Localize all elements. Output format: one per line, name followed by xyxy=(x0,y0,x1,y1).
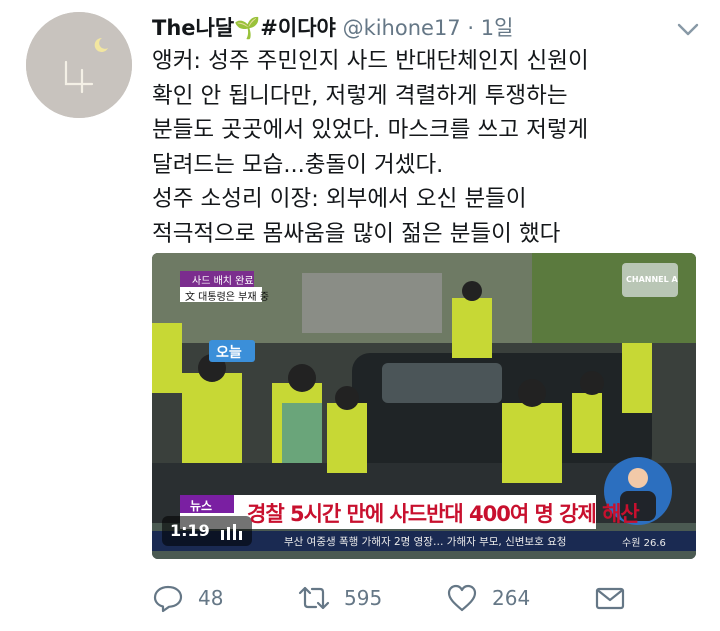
like-button[interactable]: 264 xyxy=(446,578,530,618)
retweet-icon xyxy=(298,586,330,610)
heart-icon xyxy=(447,584,477,612)
display-name[interactable]: The나달🌱#이다야 xyxy=(152,16,336,40)
reply-button[interactable]: 48 xyxy=(152,578,223,618)
separator-dot: · xyxy=(467,16,475,40)
tweet-text: 앵커: 성주 주민인지 사드 반대단체인지 신원이 확인 안 됩니다만, 저렇게… xyxy=(152,48,589,247)
avatar[interactable] xyxy=(26,12,132,118)
envelope-icon xyxy=(595,587,625,610)
tweet-timestamp[interactable]: 1일 xyxy=(481,16,514,40)
weather-readout: 수원 26.6 xyxy=(622,538,666,549)
channel-logo: CHANNEL A xyxy=(626,275,678,284)
audio-level-icon xyxy=(221,524,242,540)
today-label: 오늘 xyxy=(216,345,242,361)
video-player[interactable]: 사드 배치 완료 文 대통령은 부재 중 오늘 CHANNEL A 뉴스 경찰 … xyxy=(152,253,696,559)
reply-icon xyxy=(153,585,183,613)
direct-message-button[interactable] xyxy=(594,578,640,618)
banner-sub: 文 대통령은 부재 중 xyxy=(185,292,269,303)
retweet-count: 595 xyxy=(344,586,383,610)
reply-count: 48 xyxy=(198,586,224,610)
chevron-down-icon[interactable] xyxy=(676,20,700,40)
tweet-header: The나달🌱#이다야 @kihone17 · 1일 xyxy=(152,12,513,42)
retweet-button[interactable]: 595 xyxy=(298,578,382,618)
video-duration: 1:19 xyxy=(170,521,210,540)
banner-top: 사드 배치 완료 xyxy=(192,276,254,287)
like-count: 264 xyxy=(492,586,531,610)
news-tag: 뉴스 xyxy=(190,499,213,513)
user-handle[interactable]: @kihone17 xyxy=(343,16,461,40)
news-ticker: 부산 여중생 폭행 가해자 2명 영장… 가해자 부모, 신변보호 요청 xyxy=(284,536,567,548)
news-headline: 경찰 5시간 만에 사드반대 400여 명 강제 해산 xyxy=(247,502,640,526)
tweet-actions: 48 595 264 xyxy=(152,578,692,618)
